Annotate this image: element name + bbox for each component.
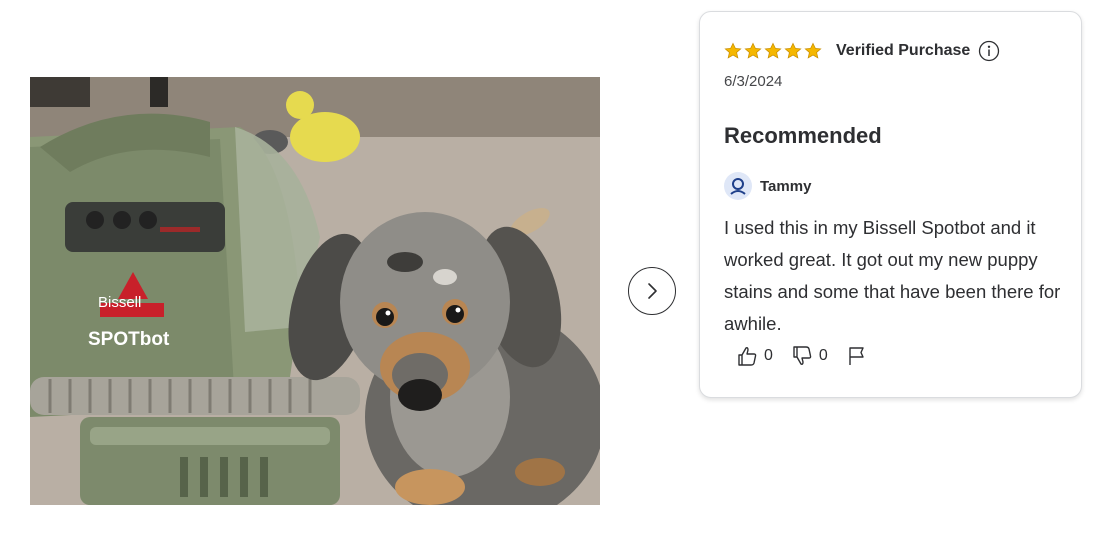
helpful-button[interactable]: 0 bbox=[736, 345, 773, 367]
unhelpful-button[interactable]: 0 bbox=[791, 345, 828, 367]
author-row: Tammy bbox=[724, 172, 811, 200]
star-icon bbox=[744, 42, 762, 59]
rating-row: Verified Purchase bbox=[724, 40, 1000, 62]
review-body: I used this in my Bissell Spotbot and it… bbox=[724, 217, 1061, 334]
product-logo-text: SPOTbot bbox=[88, 329, 170, 350]
carousel-next-button[interactable] bbox=[628, 267, 676, 315]
chevron-right-icon bbox=[648, 283, 657, 299]
review-headline: Recommended bbox=[724, 123, 882, 148]
review-author: Tammy bbox=[760, 177, 812, 195]
info-icon[interactable] bbox=[978, 40, 1000, 62]
star-icon bbox=[764, 42, 782, 59]
star-icon bbox=[784, 42, 802, 59]
report-button[interactable] bbox=[846, 345, 874, 367]
star-icon bbox=[724, 42, 742, 59]
helpful-count: 0 bbox=[764, 347, 773, 364]
review-photo[interactable]: Bissell SPOTbot bbox=[30, 77, 600, 505]
unhelpful-count: 0 bbox=[818, 347, 828, 364]
avatar bbox=[724, 172, 752, 200]
star-icon bbox=[804, 42, 822, 59]
thumbs-up-icon bbox=[738, 347, 757, 366]
review-card: Verified Purchase 6/3/2024 Recommended T… bbox=[699, 11, 1082, 398]
review-date: 6/3/2024 bbox=[724, 73, 783, 90]
verified-purchase-label: Verified Purchase bbox=[836, 42, 971, 59]
review-photo-image: Bissell SPOTbot bbox=[30, 77, 600, 505]
review-actions: 0 0 bbox=[736, 345, 892, 367]
user-icon bbox=[730, 178, 746, 195]
star-rating bbox=[724, 42, 824, 60]
thumbs-down-icon bbox=[793, 346, 812, 365]
flag-icon bbox=[849, 347, 864, 365]
brand-logo-text: Bissell bbox=[98, 294, 141, 311]
